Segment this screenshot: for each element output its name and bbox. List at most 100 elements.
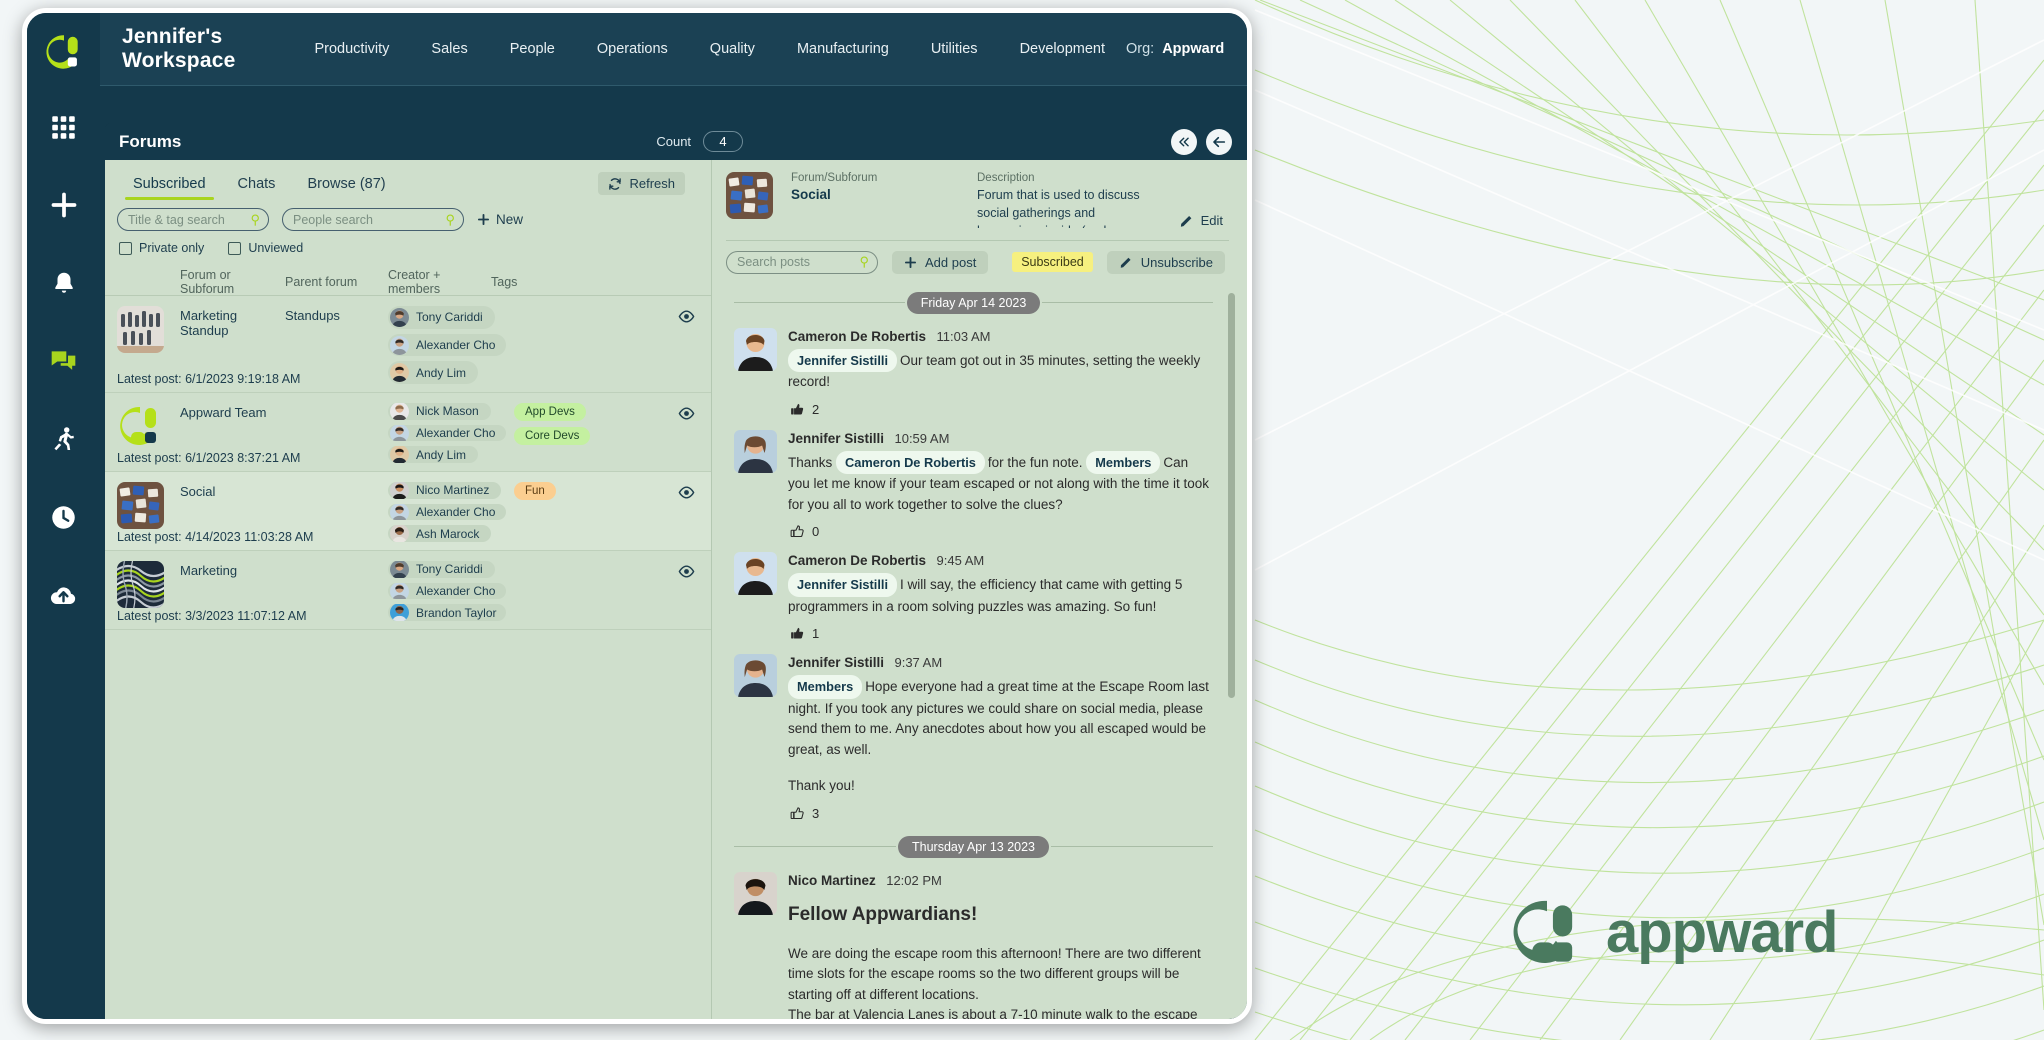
member-name: Tony Cariddi [416, 562, 483, 577]
top-header-bar: Jennifer's Workspace Productivity Sales … [100, 13, 1247, 86]
search-icon: ⚲ [445, 211, 455, 227]
view-forum-icon[interactable] [678, 565, 695, 583]
avatar [390, 403, 409, 420]
new-forum-button[interactable]: New [477, 212, 523, 227]
search-posts-field[interactable]: ⚲ [726, 250, 878, 274]
sidebar-item-notifications[interactable] [47, 266, 81, 300]
post-reactions[interactable]: 2 [790, 402, 1213, 417]
post-item: Jennifer Sistilli 9:37 AM Members Hope ev… [726, 654, 1235, 830]
member-chip[interactable]: Nick Mason [388, 403, 491, 420]
mention-chip[interactable]: Members [788, 675, 863, 699]
checkbox-unviewed[interactable]: Unviewed [228, 241, 303, 255]
tag-pill[interactable]: Fun [514, 482, 556, 500]
nav-item-development[interactable]: Development [999, 35, 1126, 63]
table-row[interactable]: Appward Team Nick Mason Alexander Cho An… [105, 393, 711, 472]
view-forum-icon[interactable] [678, 486, 695, 504]
edit-forum-button[interactable]: Edit [1179, 213, 1223, 228]
view-forum-icon[interactable] [678, 310, 695, 328]
scrollbar-thumb[interactable] [1228, 292, 1235, 698]
count-label: Count [656, 134, 692, 149]
grid-icon [52, 115, 75, 139]
reaction-count: 3 [812, 805, 820, 821]
nav-item-people[interactable]: People [489, 35, 576, 63]
panel-buttons [1171, 128, 1247, 155]
post-body: Cameron De Robertis 11:03 AM Jennifer Si… [788, 328, 1213, 426]
member-chip[interactable]: Alexander Cho [388, 582, 506, 600]
member-chip[interactable]: Nico Martinez [388, 482, 502, 499]
tab-browse[interactable]: Browse (87) [291, 170, 401, 202]
sidebar-item-upload[interactable] [47, 578, 81, 612]
checkbox-private-only[interactable]: Private only [119, 241, 204, 255]
member-chip[interactable]: Alexander Cho [388, 333, 506, 357]
tab-chats[interactable]: Chats [222, 170, 292, 202]
post-time: 9:45 AM [936, 553, 985, 569]
header-right-group: Org:Appward Errors Logout [1126, 30, 1247, 68]
table-row[interactable]: Social Nico Martinez Alexander Cho Ash M… [105, 472, 711, 551]
forums-body: Subscribed Chats Browse (87) Refresh Tit… [105, 160, 1247, 1019]
eye-icon [678, 407, 695, 420]
scrollbar-track[interactable] [1228, 286, 1235, 1019]
workspace-title: Jennifer's Workspace [122, 25, 236, 72]
post-author: Jennifer Sistilli [788, 655, 885, 671]
search-input[interactable] [128, 212, 247, 227]
forums-table-header: Forum or Subforum Parent forum Creator +… [105, 268, 711, 296]
sidebar-item-activity[interactable] [47, 422, 81, 456]
app-window: Jennifer's Workspace Productivity Sales … [22, 8, 1252, 1024]
mention-chip[interactable]: Jennifer Sistilli [788, 573, 898, 597]
post-item: Cameron De Robertis 9:45 AM Jennifer Sis… [726, 552, 1235, 650]
post-reactions[interactable]: 3 [790, 806, 1213, 821]
nav-item-sales[interactable]: Sales [410, 35, 488, 63]
member-chip[interactable]: Brandon Taylor [388, 604, 506, 622]
back-button[interactable] [1206, 128, 1232, 155]
nav-item-operations[interactable]: Operations [576, 35, 689, 63]
people-search-field[interactable]: ⚲ [282, 208, 464, 231]
mention-chip[interactable]: Jennifer Sistilli [788, 348, 898, 373]
desktop-background: appward Jennifer's Workspace Productivit… [0, 0, 2044, 1040]
mention-chip[interactable]: Members [1086, 450, 1161, 475]
title-tag-search-field[interactable]: ⚲ [117, 208, 269, 231]
sidebar-item-forums[interactable] [47, 344, 81, 378]
add-post-button[interactable]: Add post [892, 250, 989, 274]
tab-subscribed[interactable]: Subscribed [117, 170, 222, 202]
post-body: Cameron De Robertis 9:45 AM Jennifer Sis… [788, 552, 1213, 650]
sidebar-item-add[interactable] [47, 188, 81, 222]
member-chip[interactable]: Tony Cariddi [388, 306, 495, 329]
post-item: Jennifer Sistilli 10:59 AM Thanks Camero… [726, 429, 1235, 548]
posts-scroll-area[interactable]: Friday Apr 14 2023 Cameron De Robertis 1… [726, 286, 1235, 1019]
chat-icon [51, 350, 76, 370]
mention-chip[interactable]: Cameron De Robertis [836, 450, 985, 475]
nav-item-manufacturing[interactable]: Manufacturing [776, 35, 910, 63]
column-creator-members: Creator + members [388, 268, 441, 296]
member-chip[interactable]: Tony Cariddi [388, 561, 495, 578]
sidebar-item-history[interactable] [47, 500, 81, 534]
post-body: Jennifer Sistilli 10:59 AM Thanks Camero… [788, 430, 1213, 548]
member-chip[interactable]: Andy Lim [388, 446, 479, 464]
refresh-button[interactable]: Refresh [598, 172, 685, 195]
app-logo-icon[interactable] [45, 33, 83, 76]
member-chip[interactable]: Alexander Cho [388, 503, 506, 521]
search-posts-input[interactable] [737, 255, 856, 270]
table-row[interactable]: Marketing Standup Standups Tony Cariddi … [105, 296, 711, 393]
post-reactions[interactable]: 0 [790, 524, 1213, 539]
post-reactions[interactable]: 1 [790, 626, 1213, 641]
plus-icon [51, 192, 76, 218]
view-forum-icon[interactable] [678, 407, 695, 425]
collapse-panel-button[interactable] [1171, 128, 1197, 155]
unsubscribe-button[interactable]: Unsubscribe [1106, 250, 1225, 274]
member-name: Alexander Cho [416, 426, 496, 441]
post-text-mid: for the fun note. [987, 454, 1083, 470]
nav-item-utilities[interactable]: Utilities [910, 35, 999, 63]
nav-item-productivity[interactable]: Productivity [293, 35, 410, 63]
sidebar-item-apps[interactable] [47, 110, 81, 144]
forum-detail-header: Forum/Subforum Social Description Forum … [712, 160, 1247, 228]
member-chip[interactable]: Ash Marock [388, 525, 492, 543]
post-body: Jennifer Sistilli 9:37 AM Members Hope ev… [788, 654, 1213, 830]
nav-item-quality[interactable]: Quality [689, 35, 776, 63]
tag-pill[interactable]: App Devs [514, 403, 586, 421]
table-row[interactable]: Marketing Tony Cariddi Alexander Cho Bra… [105, 551, 711, 630]
people-search-input[interactable] [293, 212, 442, 227]
checkbox-box [228, 241, 242, 255]
member-chip[interactable]: Andy Lim [388, 361, 479, 385]
member-chip[interactable]: Alexander Cho [388, 424, 506, 442]
tag-pill[interactable]: Core Devs [514, 427, 591, 445]
